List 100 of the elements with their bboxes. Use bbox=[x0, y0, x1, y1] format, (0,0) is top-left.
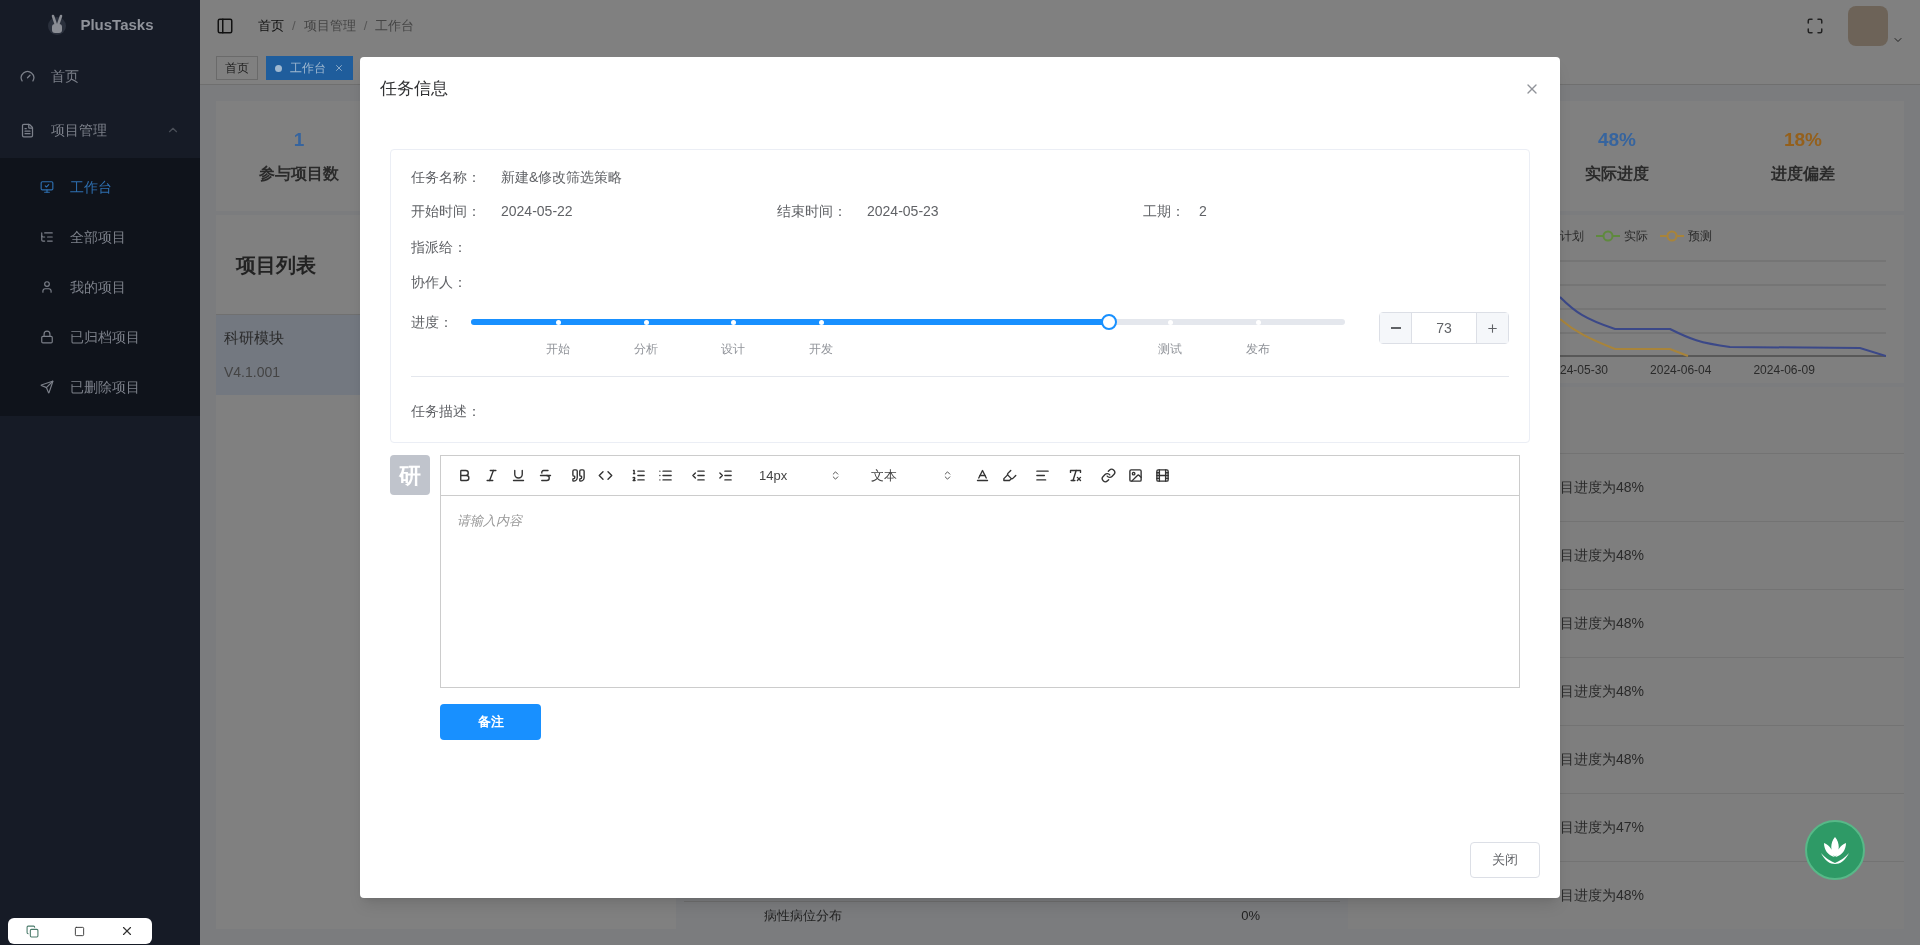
align-icon[interactable] bbox=[1035, 468, 1050, 483]
outdent-icon[interactable] bbox=[691, 468, 706, 483]
dialog-title: 任务信息 bbox=[380, 78, 448, 101]
bold-icon[interactable] bbox=[457, 468, 472, 483]
menu-icon bbox=[40, 280, 54, 294]
link-icon[interactable] bbox=[1101, 468, 1116, 483]
breadcrumb-separator: / bbox=[363, 17, 368, 36]
progress-slider[interactable] bbox=[471, 314, 1345, 330]
sidebar-subitem[interactable]: 全部项目 bbox=[0, 212, 200, 262]
font-color-icon[interactable] bbox=[975, 468, 990, 483]
close-button[interactable]: 关闭 bbox=[1470, 842, 1540, 878]
page-tab[interactable]: 工作台 bbox=[266, 56, 353, 80]
code-icon[interactable] bbox=[598, 468, 613, 483]
page-tab[interactable]: 首页 bbox=[216, 56, 258, 80]
sidebar-subitem[interactable]: 我的项目 bbox=[0, 262, 200, 312]
activity-text: 目进度为48% bbox=[1560, 750, 1645, 769]
field-value: 新建&修改筛选策略 bbox=[501, 167, 623, 187]
font-size-select[interactable]: 14px bbox=[751, 465, 841, 486]
stat-value: 18% bbox=[1784, 127, 1822, 152]
bullet-list-icon[interactable] bbox=[658, 468, 673, 483]
slider-stop-icon bbox=[1168, 320, 1174, 325]
stat-label: 实际进度 bbox=[1585, 164, 1649, 185]
menu-icon bbox=[40, 230, 54, 244]
logo-icon bbox=[46, 13, 69, 37]
format-select[interactable]: 文本 bbox=[863, 465, 953, 486]
legend-label: 实际 bbox=[1624, 228, 1648, 245]
row-value: 0% bbox=[1241, 906, 1260, 925]
field-label: 工期： bbox=[1143, 201, 1186, 221]
minus-icon bbox=[1390, 327, 1401, 329]
slider-stop-icon bbox=[643, 320, 649, 325]
select-arrow-icon bbox=[830, 470, 841, 481]
field-label: 任务描述： bbox=[411, 403, 481, 419]
image-icon[interactable] bbox=[1128, 468, 1143, 483]
breadcrumb-item: 工作台 bbox=[375, 17, 415, 36]
slider-mark-label: 分析 bbox=[633, 341, 658, 358]
activity-text: 目进度为47% bbox=[1560, 818, 1645, 837]
axis-label: 2024-06-04 bbox=[1650, 362, 1712, 379]
axis-label: 24-05-30 bbox=[1560, 362, 1609, 379]
sidebar-group[interactable]: 项目管理 bbox=[0, 102, 200, 158]
panel-title: 项目列表 bbox=[236, 252, 316, 278]
menu-fold-icon[interactable] bbox=[216, 17, 234, 35]
dashboard-icon bbox=[20, 68, 35, 84]
fullscreen-icon[interactable] bbox=[1806, 17, 1824, 35]
activity-text: 目进度为48% bbox=[1560, 546, 1645, 565]
remark-button[interactable]: 备注 bbox=[440, 704, 541, 740]
italic-icon[interactable] bbox=[484, 468, 499, 483]
field-label: 指派给： bbox=[411, 237, 467, 257]
number-input[interactable]: 73 bbox=[1379, 312, 1509, 344]
slider-mark-label: 开始 bbox=[546, 341, 571, 358]
brand-name: PlusTasks bbox=[80, 14, 154, 35]
stat-label: 进度偏差 bbox=[1771, 164, 1835, 185]
breadcrumb-separator: / bbox=[292, 17, 296, 36]
maximize-icon[interactable] bbox=[74, 925, 85, 937]
sidebar-subitem[interactable]: 工作台 bbox=[0, 162, 200, 212]
slider-stop-icon bbox=[731, 320, 737, 325]
decrement-button[interactable] bbox=[1380, 313, 1412, 343]
activity-text: 目进度为48% bbox=[1560, 886, 1645, 905]
field-value: 2024-05-23 bbox=[867, 201, 939, 221]
row-label: 病性病位分布 bbox=[764, 906, 842, 925]
field-label: 进度： bbox=[411, 313, 454, 332]
strikethrough-icon[interactable] bbox=[538, 468, 553, 483]
field-value: 2024-05-22 bbox=[501, 201, 573, 221]
axis-label: 2024-06-09 bbox=[1753, 362, 1815, 379]
slider-mark-label: 开发 bbox=[808, 341, 833, 358]
stat-value: 48% bbox=[1598, 127, 1636, 152]
stat-value: 1 bbox=[293, 127, 305, 152]
field-label: 协作人： bbox=[411, 272, 467, 292]
sidebar-subitem[interactable]: 已删除项目 bbox=[0, 362, 200, 412]
menu-icon bbox=[40, 380, 54, 394]
ordered-list-icon[interactable] bbox=[631, 468, 646, 483]
activity-text: 目进度为48% bbox=[1560, 682, 1645, 701]
field-label: 结束时间： bbox=[777, 201, 848, 221]
activity-text: 目进度为48% bbox=[1560, 478, 1645, 497]
menu-icon bbox=[40, 180, 54, 194]
indent-icon[interactable] bbox=[718, 468, 733, 483]
slider-stop-icon bbox=[1255, 320, 1261, 325]
slider-stop-icon bbox=[818, 320, 824, 325]
background-color-icon[interactable] bbox=[1002, 468, 1017, 483]
slider-thumb[interactable] bbox=[1101, 314, 1117, 330]
sidebar-item[interactable]: 首页 bbox=[0, 50, 200, 102]
slider-mark-label: 测试 bbox=[1158, 341, 1183, 358]
legend-label: 预测 bbox=[1688, 228, 1712, 245]
slider-mark-label: 发布 bbox=[1245, 341, 1270, 358]
quote-icon[interactable] bbox=[571, 468, 586, 483]
underline-icon[interactable] bbox=[511, 468, 526, 483]
avatar-badge: 研 bbox=[390, 455, 430, 495]
breadcrumb-item[interactable]: 首页 bbox=[258, 16, 284, 36]
editor-area[interactable]: 请输入内容 bbox=[441, 496, 1519, 687]
plus-icon bbox=[1486, 321, 1499, 335]
field-label: 任务名称： bbox=[411, 167, 482, 187]
snap-icon[interactable] bbox=[25, 924, 39, 938]
sidebar-subitem[interactable]: 已归档项目 bbox=[0, 312, 200, 362]
clear-format-icon[interactable] bbox=[1068, 468, 1083, 483]
document-icon bbox=[20, 122, 35, 138]
stat-label: 参与项目数 bbox=[259, 164, 339, 185]
menu-icon bbox=[40, 330, 54, 344]
slider-stop-icon bbox=[556, 320, 562, 325]
video-icon[interactable] bbox=[1155, 468, 1170, 483]
field-label: 开始时间： bbox=[411, 201, 482, 221]
slider-mark-label: 设计 bbox=[721, 341, 746, 358]
